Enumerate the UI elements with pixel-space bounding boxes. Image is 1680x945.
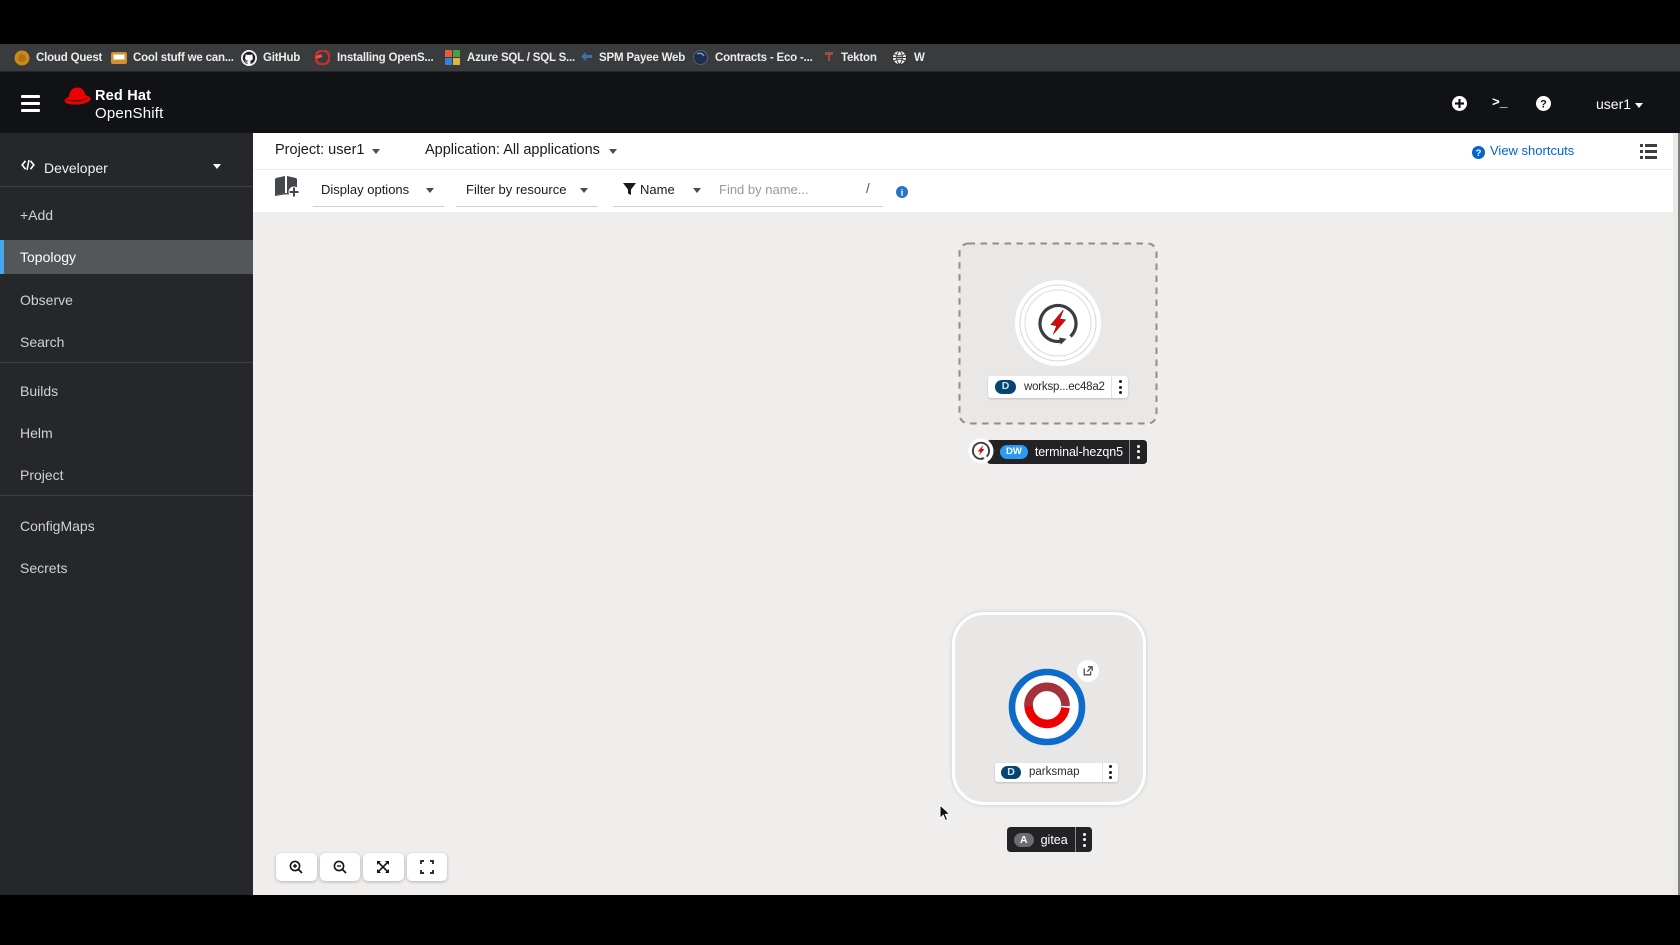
svg-text:?: ?: [1540, 98, 1547, 110]
svg-text:?: ?: [1476, 148, 1482, 159]
